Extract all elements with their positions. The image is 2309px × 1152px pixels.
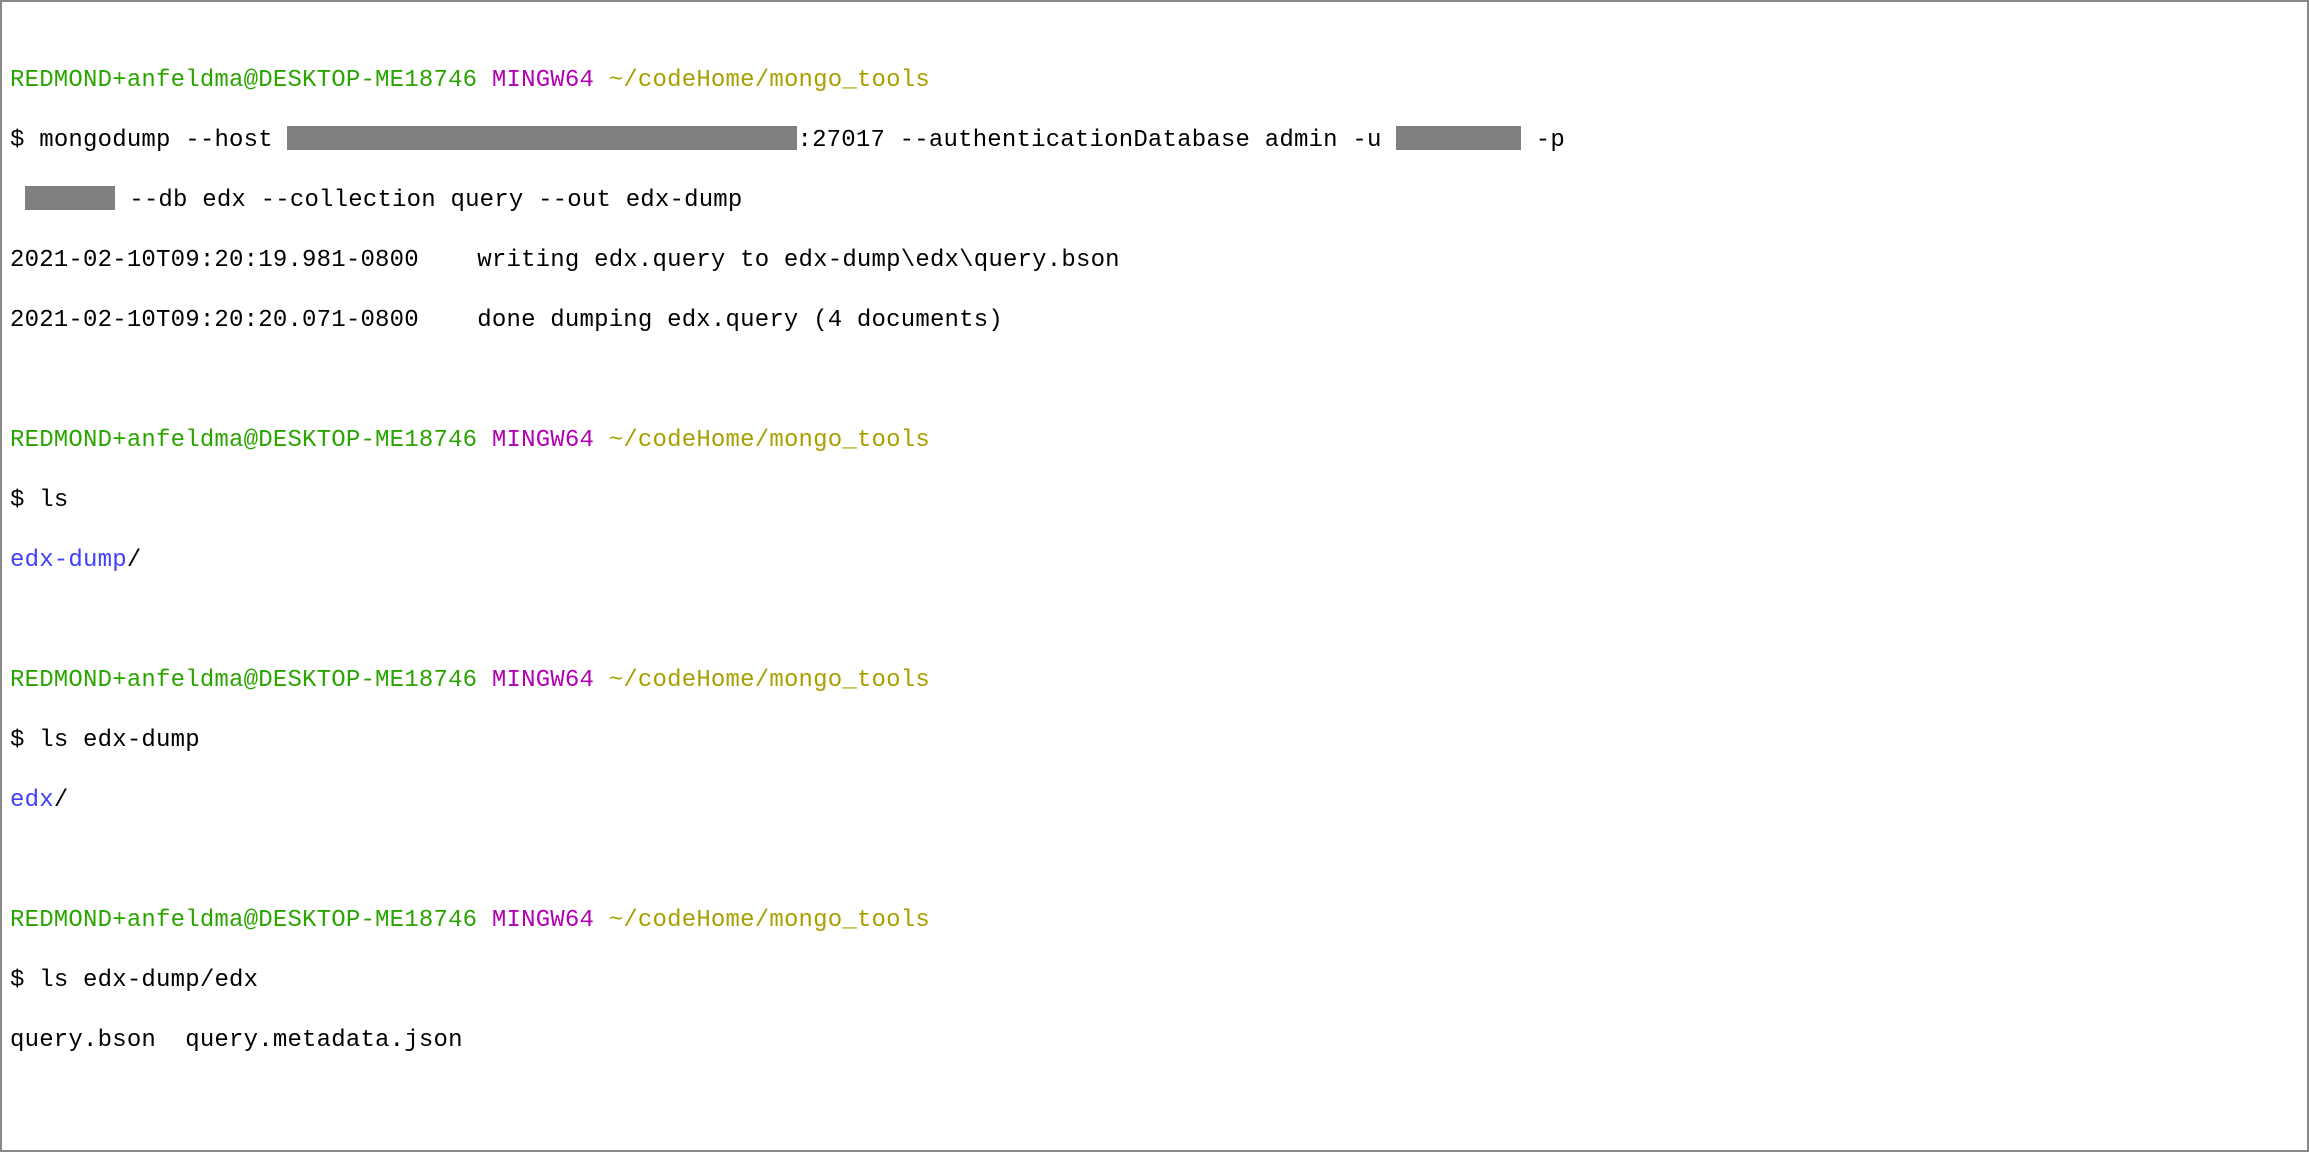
cwd-path: ~/codeHome/mongo_tools <box>609 907 930 934</box>
command-line-4[interactable]: $ ls edx-dump/edx <box>10 966 2299 996</box>
prompt-line-2: REDMOND+anfeldma@DESKTOP-ME18746 MINGW64… <box>10 426 2299 456</box>
user-host: REDMOND+anfeldma@DESKTOP-ME18746 <box>10 667 477 694</box>
command-text: -p <box>1521 127 1565 154</box>
prompt-line-3: REDMOND+anfeldma@DESKTOP-ME18746 MINGW64… <box>10 666 2299 696</box>
redacted-pass <box>25 186 115 210</box>
user-host: REDMOND+anfeldma@DESKTOP-ME18746 <box>10 427 477 454</box>
output-line: query.bson query.metadata.json <box>10 1026 2299 1056</box>
slash: / <box>54 787 69 814</box>
directory-name: edx-dump <box>10 547 127 574</box>
redacted-user <box>1396 126 1521 150</box>
shell-label: MINGW64 <box>492 427 594 454</box>
cwd-path: ~/codeHome/mongo_tools <box>609 67 930 94</box>
command-text <box>10 187 25 214</box>
shell-label: MINGW64 <box>492 67 594 94</box>
command-text: --db edx --collection query --out edx-du… <box>115 187 743 214</box>
user-host: REDMOND+anfeldma@DESKTOP-ME18746 <box>10 907 477 934</box>
blank-line <box>10 846 2299 876</box>
command-text: mongodump --host <box>39 127 287 154</box>
prompt-line-1: REDMOND+anfeldma@DESKTOP-ME18746 MINGW64… <box>10 66 2299 96</box>
prompt-symbol: $ <box>10 127 39 154</box>
slash: / <box>127 547 142 574</box>
output-line: edx/ <box>10 786 2299 816</box>
prompt-symbol: $ <box>10 967 39 994</box>
blank-line <box>10 366 2299 396</box>
shell-label: MINGW64 <box>492 907 594 934</box>
user-host: REDMOND+anfeldma@DESKTOP-ME18746 <box>10 67 477 94</box>
output-line: edx-dump/ <box>10 546 2299 576</box>
redacted-host <box>287 126 797 150</box>
command-line-1a[interactable]: $ mongodump --host :27017 --authenticati… <box>10 126 2299 156</box>
directory-name: edx <box>10 787 54 814</box>
prompt-symbol: $ <box>10 487 39 514</box>
cwd-path: ~/codeHome/mongo_tools <box>609 667 930 694</box>
command-line-2[interactable]: $ ls <box>10 486 2299 516</box>
prompt-line-4: REDMOND+anfeldma@DESKTOP-ME18746 MINGW64… <box>10 906 2299 936</box>
command-line-1b[interactable]: --db edx --collection query --out edx-du… <box>10 186 2299 216</box>
command-text: :27017 --authenticationDatabase admin -u <box>797 127 1396 154</box>
prompt-symbol: $ <box>10 727 39 754</box>
command-text: ls edx-dump/edx <box>39 967 258 994</box>
cwd-path: ~/codeHome/mongo_tools <box>609 427 930 454</box>
blank-line <box>10 606 2299 636</box>
command-line-3[interactable]: $ ls edx-dump <box>10 726 2299 756</box>
command-text: ls edx-dump <box>39 727 200 754</box>
command-text: ls <box>39 487 68 514</box>
shell-label: MINGW64 <box>492 667 594 694</box>
output-line: 2021-02-10T09:20:20.071-0800 done dumpin… <box>10 306 2299 336</box>
output-line: 2021-02-10T09:20:19.981-0800 writing edx… <box>10 246 2299 276</box>
